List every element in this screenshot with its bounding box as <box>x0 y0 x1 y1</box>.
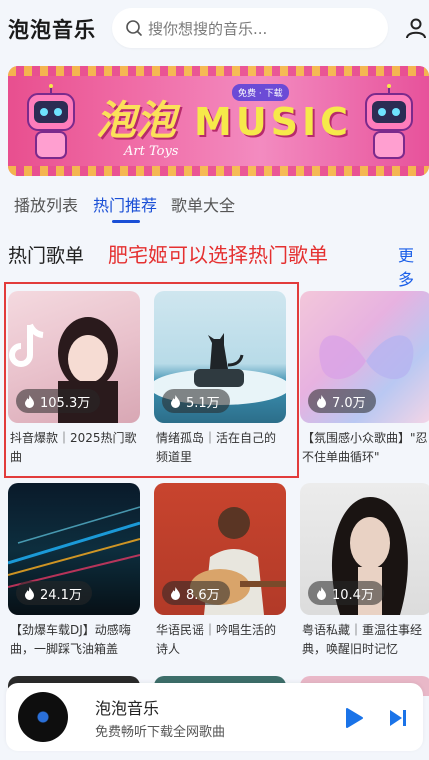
robot-mascot-icon <box>365 84 413 159</box>
fire-icon <box>171 586 180 600</box>
search-bar[interactable]: 搜你想搜的音乐... <box>112 8 388 48</box>
fire-icon <box>317 586 326 600</box>
robot-mascot-icon <box>27 84 75 159</box>
playlist-title[interactable]: 【氛围感小众歌曲】"忍不住单曲循环" <box>300 429 429 467</box>
banner-stripe <box>8 66 429 76</box>
app-title: 泡泡音乐 <box>8 18 96 42</box>
playlist-title[interactable]: 粤语私藏｜重温往事经典，唤醒旧时记忆 <box>300 621 429 659</box>
playlist-cover: 7.0万 <box>300 291 429 423</box>
app-header: 泡泡音乐 搜你想搜的音乐... <box>0 0 429 58</box>
banner-pill: 免费 · 下载 <box>232 84 289 101</box>
play-count-badge: 10.4万 <box>308 581 384 605</box>
search-input[interactable]: 搜你想搜的音乐... <box>148 18 267 39</box>
search-icon <box>126 20 142 36</box>
player-title: 泡泡音乐 <box>95 699 160 718</box>
play-count: 8.6万 <box>186 587 220 603</box>
playlist-cover: 8.6万 <box>154 483 286 615</box>
play-count: 10.4万 <box>332 587 374 603</box>
banner-logo-text: Art Toys <box>124 144 179 159</box>
playlist-title[interactable]: 【劲爆车载DJ】动感嗨曲，一脚踩飞油箱盖 <box>8 621 140 659</box>
playlist-cover: 10.4万 <box>300 483 429 615</box>
tab-hot[interactable]: 热门推荐 <box>93 192 157 216</box>
playlist-card[interactable]: 8.6万 华语民谣｜吟唱生活的诗人 <box>154 483 286 659</box>
banner-logo-text: 泡泡 <box>96 97 176 144</box>
play-count: 7.0万 <box>332 395 366 411</box>
section-annotation: 肥宅姬可以选择热门歌单 <box>108 243 328 267</box>
tab-bar: 播放列表 热门推荐 歌单大全 <box>0 192 429 223</box>
play-count-badge: 8.6万 <box>162 581 230 605</box>
promo-banner[interactable]: 泡泡 MUSIC Art Toys 免费 · 下载 <box>8 66 429 176</box>
play-count: 24.1万 <box>40 587 82 603</box>
user-icon[interactable] <box>404 16 428 40</box>
section-title: 热门歌单 <box>8 245 85 267</box>
playlist-card[interactable]: 7.0万 【氛围感小众歌曲】"忍不住单曲循环" <box>300 291 429 467</box>
album-disc-icon[interactable] <box>18 692 68 742</box>
play-count-badge: 7.0万 <box>308 389 376 413</box>
playlist-card[interactable]: 10.4万 粤语私藏｜重温往事经典，唤醒旧时记忆 <box>300 483 429 659</box>
tab-indicator <box>112 220 140 223</box>
fire-icon <box>317 394 326 408</box>
next-track-icon[interactable] <box>389 708 407 728</box>
play-count-badge: 24.1万 <box>16 581 92 605</box>
mini-player[interactable]: 泡泡音乐 免费畅听下载全网歌曲 <box>6 683 423 751</box>
playlist-title[interactable]: 华语民谣｜吟唱生活的诗人 <box>154 621 286 659</box>
tab-all-playlists[interactable]: 歌单大全 <box>171 192 235 216</box>
playlist-card[interactable]: 24.1万 【劲爆车载DJ】动感嗨曲，一脚踩飞油箱盖 <box>8 483 140 659</box>
fire-icon <box>25 586 34 600</box>
playlist-cover: 24.1万 <box>8 483 140 615</box>
banner-logo-text: MUSIC <box>194 100 353 144</box>
highlight-box <box>4 282 299 478</box>
play-icon[interactable] <box>344 707 364 729</box>
tab-playlist[interactable]: 播放列表 <box>14 192 78 216</box>
player-subtitle: 免费畅听下载全网歌曲 <box>95 725 226 740</box>
banner-stripe <box>8 166 429 176</box>
more-link[interactable]: 更多 <box>398 242 429 290</box>
